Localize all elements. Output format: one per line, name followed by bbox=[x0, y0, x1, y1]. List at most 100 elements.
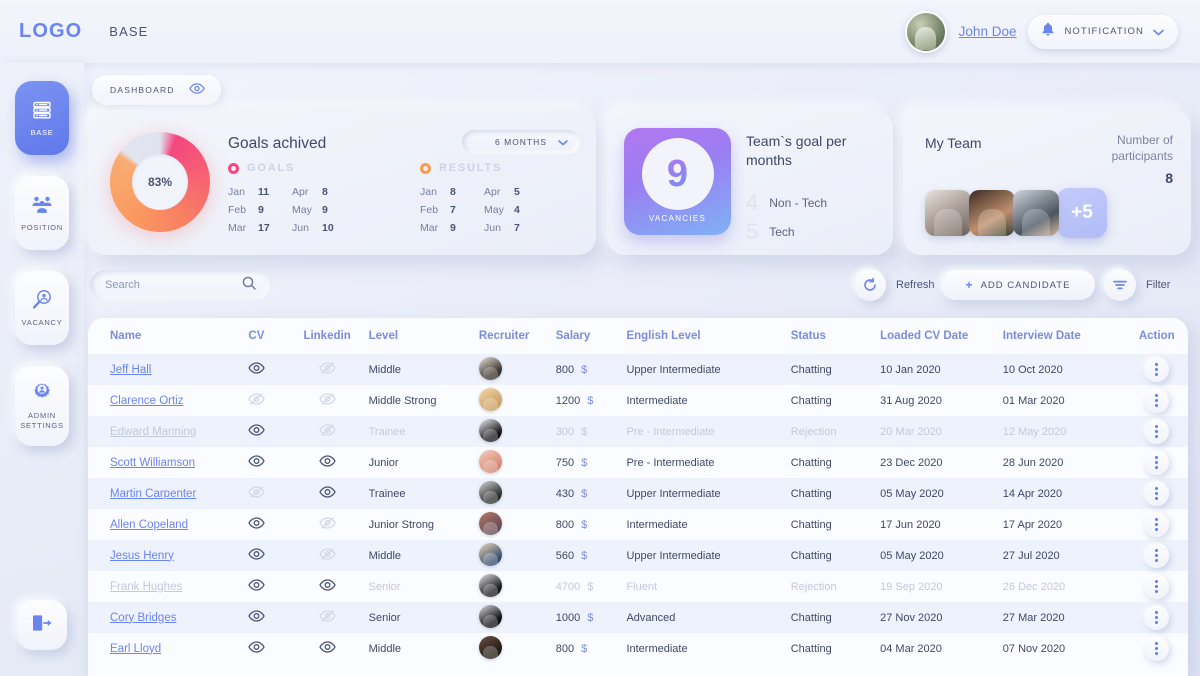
eye-off-icon[interactable] bbox=[319, 362, 336, 374]
row-menu-icon[interactable] bbox=[1144, 512, 1169, 537]
cell-action[interactable] bbox=[1123, 416, 1188, 447]
candidate-name-link[interactable]: Clarence Ortiz bbox=[110, 395, 184, 407]
eye-off-icon[interactable] bbox=[319, 548, 336, 560]
avatar[interactable] bbox=[1013, 190, 1059, 236]
cell-name[interactable]: Frank Hughes bbox=[88, 571, 225, 602]
eye-off-icon[interactable] bbox=[248, 486, 265, 498]
cell-recruiter[interactable] bbox=[477, 509, 554, 540]
eye-icon[interactable] bbox=[189, 81, 205, 99]
table-row[interactable]: Allen CopelandJunior Strong800$Intermedi… bbox=[88, 509, 1188, 540]
column-header-action[interactable]: Action bbox=[1123, 318, 1188, 354]
candidate-name-link[interactable]: Jesus Henry bbox=[110, 550, 174, 562]
row-menu-icon[interactable] bbox=[1144, 388, 1169, 413]
avatar[interactable] bbox=[925, 190, 971, 236]
table-row[interactable]: Scott WilliamsonJunior750$Pre - Intermed… bbox=[88, 447, 1188, 478]
avatar[interactable] bbox=[969, 190, 1015, 236]
cell-cv[interactable] bbox=[225, 354, 285, 385]
cell-cv[interactable] bbox=[225, 509, 285, 540]
eye-icon[interactable] bbox=[248, 517, 265, 529]
table-row[interactable]: Earl LloydMiddle800$IntermediateChatting… bbox=[88, 633, 1188, 664]
add-candidate-button[interactable]: + ADD CANDIDATE bbox=[941, 270, 1095, 300]
row-menu-icon[interactable] bbox=[1144, 450, 1169, 475]
sidebar-item-admin-settings[interactable]: ADMIN SETTINGS bbox=[15, 366, 69, 446]
eye-icon[interactable] bbox=[319, 579, 336, 591]
cell-cv[interactable] bbox=[225, 385, 285, 416]
row-menu-icon[interactable] bbox=[1144, 636, 1169, 661]
recruiter-avatar[interactable] bbox=[479, 512, 502, 535]
cell-linkedin[interactable] bbox=[286, 540, 367, 571]
eye-icon[interactable] bbox=[248, 610, 265, 622]
cell-cv[interactable] bbox=[225, 602, 285, 633]
eye-icon[interactable] bbox=[248, 548, 265, 560]
cell-name[interactable]: Jesus Henry bbox=[88, 540, 225, 571]
table-row[interactable]: Jeff HallMiddle800$Upper IntermediateCha… bbox=[88, 354, 1188, 385]
cell-action[interactable] bbox=[1123, 447, 1188, 478]
eye-icon[interactable] bbox=[319, 641, 336, 653]
cell-linkedin[interactable] bbox=[286, 385, 367, 416]
row-menu-icon[interactable] bbox=[1144, 543, 1169, 568]
cell-linkedin[interactable] bbox=[286, 633, 367, 664]
candidate-name-link[interactable]: Frank Hughes bbox=[110, 581, 182, 593]
cell-recruiter[interactable] bbox=[477, 354, 554, 385]
dashboard-tab[interactable]: DASHBOARD bbox=[92, 75, 221, 105]
cell-name[interactable]: Jeff Hall bbox=[88, 354, 225, 385]
recruiter-avatar[interactable] bbox=[479, 636, 502, 659]
table-row[interactable]: Clarence OrtizMiddle Strong1200$Intermed… bbox=[88, 385, 1188, 416]
cell-name[interactable]: Scott Williamson bbox=[88, 447, 225, 478]
column-header-cv[interactable]: CV bbox=[225, 318, 285, 354]
column-header-name[interactable]: Name bbox=[88, 318, 225, 354]
notification-dropdown[interactable]: NOTIFICATION bbox=[1028, 15, 1178, 49]
username-link[interactable]: John Doe bbox=[959, 24, 1017, 39]
cell-recruiter[interactable] bbox=[477, 447, 554, 478]
eye-icon[interactable] bbox=[319, 455, 336, 467]
sidebar-item-position[interactable]: POSITION bbox=[15, 176, 69, 250]
cell-action[interactable] bbox=[1123, 633, 1188, 664]
sidebar-item-vacancy[interactable]: VACANCY bbox=[15, 271, 69, 345]
row-menu-icon[interactable] bbox=[1144, 574, 1169, 599]
more-avatars-badge[interactable]: +5 bbox=[1057, 188, 1107, 238]
cell-cv[interactable] bbox=[225, 571, 285, 602]
recruiter-avatar[interactable] bbox=[479, 450, 502, 473]
cell-recruiter[interactable] bbox=[477, 633, 554, 664]
eye-icon[interactable] bbox=[248, 424, 265, 436]
cell-name[interactable]: Cory Bridges bbox=[88, 602, 225, 633]
candidate-name-link[interactable]: Martin Carpenter bbox=[110, 488, 196, 500]
candidate-name-link[interactable]: Allen Copeland bbox=[110, 519, 188, 531]
eye-icon[interactable] bbox=[319, 486, 336, 498]
recruiter-avatar[interactable] bbox=[479, 388, 502, 411]
cell-name[interactable]: Earl Lloyd bbox=[88, 633, 225, 664]
search-icon[interactable] bbox=[242, 276, 256, 295]
cell-cv[interactable] bbox=[225, 633, 285, 664]
column-header-salary[interactable]: Salary bbox=[554, 318, 625, 354]
cell-linkedin[interactable] bbox=[286, 602, 367, 633]
row-menu-icon[interactable] bbox=[1144, 357, 1169, 382]
eye-icon[interactable] bbox=[248, 455, 265, 467]
cell-name[interactable]: Martin Carpenter bbox=[88, 478, 225, 509]
cell-cv[interactable] bbox=[225, 416, 285, 447]
recruiter-avatar[interactable] bbox=[479, 543, 502, 566]
cell-recruiter[interactable] bbox=[477, 478, 554, 509]
cell-name[interactable]: Allen Copeland bbox=[88, 509, 225, 540]
cell-action[interactable] bbox=[1123, 571, 1188, 602]
eye-off-icon[interactable] bbox=[319, 393, 336, 405]
candidate-name-link[interactable]: Cory Bridges bbox=[110, 612, 176, 624]
cell-linkedin[interactable] bbox=[286, 478, 367, 509]
cell-recruiter[interactable] bbox=[477, 416, 554, 447]
search-box[interactable] bbox=[90, 270, 270, 300]
recruiter-avatar[interactable] bbox=[479, 419, 502, 442]
eye-off-icon[interactable] bbox=[319, 424, 336, 436]
cell-recruiter[interactable] bbox=[477, 571, 554, 602]
cell-linkedin[interactable] bbox=[286, 571, 367, 602]
cell-action[interactable] bbox=[1123, 354, 1188, 385]
row-menu-icon[interactable] bbox=[1144, 419, 1169, 444]
candidate-name-link[interactable]: Edward Manning bbox=[110, 426, 196, 438]
cell-action[interactable] bbox=[1123, 385, 1188, 416]
period-select[interactable]: 6 MONTHS bbox=[462, 130, 580, 154]
cell-cv[interactable] bbox=[225, 478, 285, 509]
eye-off-icon[interactable] bbox=[248, 393, 265, 405]
recruiter-avatar[interactable] bbox=[479, 481, 502, 504]
row-menu-icon[interactable] bbox=[1144, 481, 1169, 506]
logout-button[interactable] bbox=[17, 600, 67, 650]
column-header-interview[interactable]: Interview Date bbox=[1001, 318, 1124, 354]
cell-linkedin[interactable] bbox=[286, 447, 367, 478]
